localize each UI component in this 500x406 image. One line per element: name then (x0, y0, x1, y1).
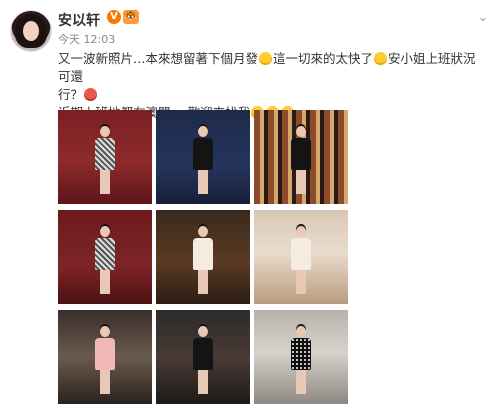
post-text-segment: 這一切來的太快了 (273, 51, 374, 66)
tiger-level-icon: 🐯 (123, 10, 139, 24)
post-timestamp[interactable]: 今天 12:03 (58, 31, 115, 47)
photo-thumbnail-4[interactable] (58, 210, 152, 304)
weibo-post-card: 安以轩 V 🐯 ⌄ 今天 12:03 又一波新照片…本來想留著下個月發 這一切來的… (0, 0, 500, 406)
photo-figure (290, 326, 312, 396)
photo-thumbnail-6[interactable] (254, 210, 348, 304)
photo-grid (58, 110, 348, 404)
photo-thumbnail-8[interactable] (156, 310, 250, 404)
photo-figure (94, 126, 116, 196)
photo-thumbnail-2[interactable] (156, 110, 250, 204)
chevron-down-icon[interactable]: ⌄ (478, 10, 488, 24)
photo-figure (192, 126, 214, 196)
photo-figure (290, 226, 312, 296)
author-name[interactable]: 安以轩 (58, 10, 100, 30)
photo-thumbnail-1[interactable] (58, 110, 152, 204)
photo-figure (192, 226, 214, 296)
verified-badge-icon: V (107, 10, 121, 24)
user-avatar[interactable] (10, 10, 52, 52)
photo-figure (94, 226, 116, 296)
post-text-segment: 行？ (58, 87, 84, 102)
sweat-emoji-icon (259, 52, 273, 65)
photo-thumbnail-7[interactable] (58, 310, 152, 404)
avatar-face (23, 21, 39, 41)
photo-thumbnail-3[interactable] (254, 110, 348, 204)
photo-thumbnail-5[interactable] (156, 210, 250, 304)
laugh-cry-emoji-icon (374, 52, 388, 65)
photo-thumbnail-9[interactable] (254, 310, 348, 404)
chili-emoji-icon (84, 88, 98, 101)
post-text-segment: 又一波新照片…本來想留著下個月發 (58, 51, 259, 66)
photo-figure (94, 326, 116, 396)
photo-figure (290, 126, 312, 196)
photo-figure (192, 326, 214, 396)
